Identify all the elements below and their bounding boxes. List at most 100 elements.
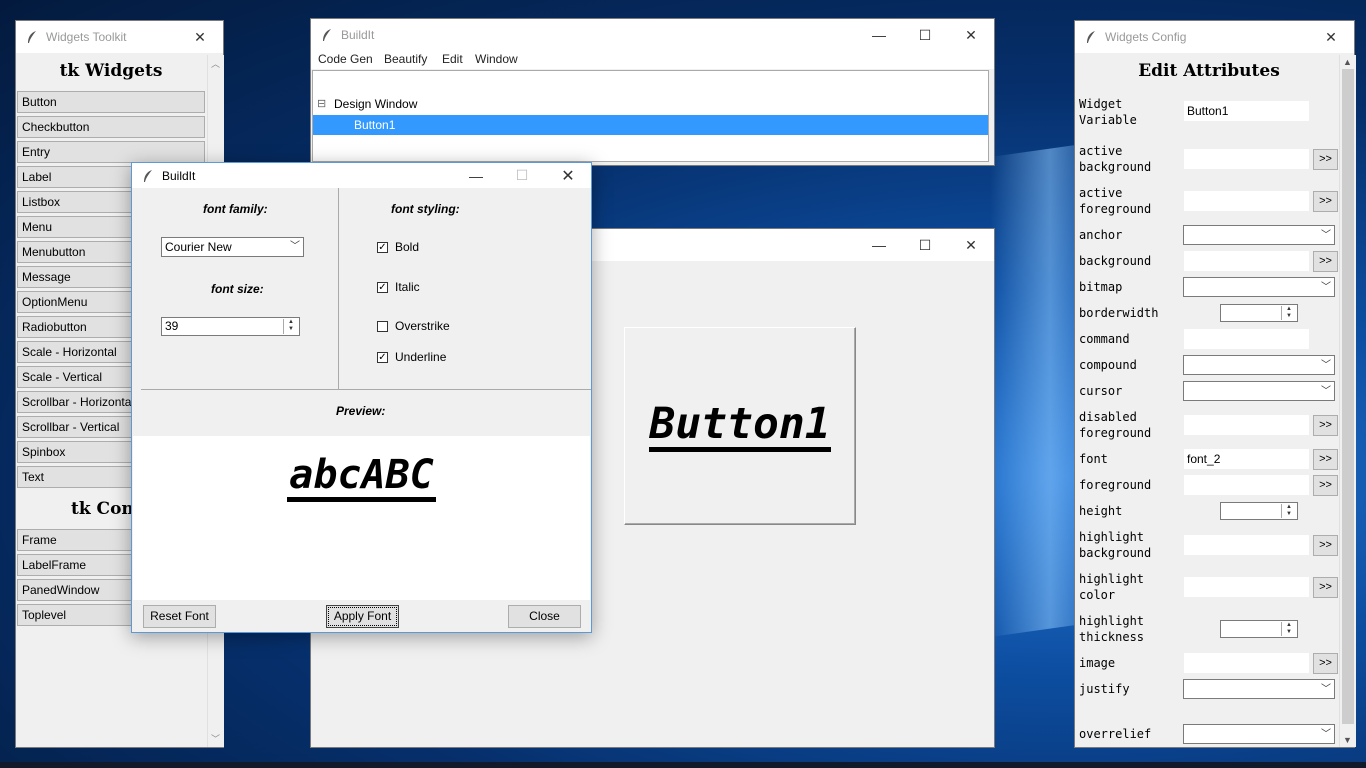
foreground-more-button[interactable]: >> [1313,475,1338,496]
highlight-background-more-button[interactable]: >> [1313,535,1338,556]
apply-font-button[interactable]: Apply Font [326,605,399,628]
edit-attributes-heading: Edit Attributes [1138,61,1280,81]
font-family-value: Courier New [165,240,232,254]
image-label: image [1079,656,1116,670]
spin-arrows-icon[interactable]: ▲ ▼ [1281,504,1296,518]
spin-arrows-icon[interactable]: ▲ ▼ [1281,306,1296,320]
toolkit-btn-button[interactable]: Button [17,91,205,113]
overrelief-combo[interactable]: ﹀ [1183,724,1335,744]
config-scrollbar[interactable]: ▲ ▼ [1339,55,1356,747]
borderwidth-spinbox[interactable]: ▲ ▼ [1220,304,1298,322]
chevron-down-icon[interactable]: ﹀ [1321,382,1331,397]
collapse-icon[interactable]: ⊟ [317,97,326,110]
toolkit-titlebar[interactable]: Widgets Toolkit ✕ [16,21,223,53]
close-button[interactable]: Close [508,605,581,628]
toolkit-btn-checkbutton[interactable]: Checkbutton [17,116,205,138]
taskbar-edge [0,762,1366,768]
design-button1[interactable]: Button1 [624,327,856,525]
active-background-field[interactable] [1184,149,1309,169]
font-family-combo[interactable]: Courier New ﹀ [161,237,304,257]
chevron-down-icon[interactable]: ﹀ [1321,725,1331,740]
menu-window[interactable]: Window [475,52,518,66]
disabled-foreground-field[interactable] [1184,415,1309,435]
chevron-down-icon[interactable]: ﹀ [1321,680,1331,695]
underline-checkbox[interactable]: ✓ [377,352,388,363]
maximize-icon[interactable]: ☐ [499,163,545,188]
widgets-heading: tk Widgets [59,61,163,81]
close-icon[interactable]: ✕ [177,21,223,53]
tree-view[interactable]: ⊟ Design Window Button1 [312,70,989,162]
scroll-up-icon[interactable]: ▲ [1343,57,1352,67]
close-icon[interactable]: ✕ [948,229,994,261]
tree-root[interactable]: Design Window [334,97,417,111]
bold-label: Bold [395,240,420,254]
chevron-down-icon[interactable]: ﹀ [290,238,300,256]
reset-font-button[interactable]: Reset Font [143,605,216,628]
foreground-field[interactable] [1184,475,1309,495]
background-more-button[interactable]: >> [1313,251,1338,272]
dialog-title: BuildIt [162,168,196,183]
anchor-combo[interactable]: ﹀ [1183,225,1335,245]
feather-icon [1087,31,1095,43]
active-foreground-label: active foreground [1079,186,1152,216]
compound-combo[interactable]: ﹀ [1183,355,1335,375]
chevron-down-icon[interactable]: ﹀ [1321,278,1331,293]
bold-checkbox[interactable]: ✓ [377,242,388,253]
highlight-color-more-button[interactable]: >> [1313,577,1338,598]
height-spinbox[interactable]: ▲ ▼ [1220,502,1298,520]
minimize-icon[interactable]: — [453,163,499,188]
highlight-color-field[interactable] [1184,577,1309,597]
close-icon[interactable]: ✕ [545,163,591,188]
background-field[interactable] [1184,251,1309,271]
active-foreground-more-button[interactable]: >> [1313,191,1338,212]
font-field[interactable]: font_2 [1184,449,1309,469]
active-foreground-field[interactable] [1184,191,1309,211]
image-field[interactable] [1184,653,1309,673]
italic-checkbox[interactable]: ✓ [377,282,388,293]
spin-arrows-icon[interactable]: ▲ ▼ [1281,622,1296,636]
highlight-color-label: highlight color [1079,572,1145,602]
menu-edit[interactable]: Edit [442,52,463,66]
bitmap-combo[interactable]: ﹀ [1183,277,1335,297]
overstrike-checkbox[interactable] [377,321,388,332]
command-field[interactable] [1184,329,1309,349]
foreground-label: foreground [1079,478,1152,492]
highlight-thickness-spinbox[interactable]: ▲ ▼ [1220,620,1298,638]
close-icon[interactable]: ✕ [1308,21,1354,53]
config-titlebar[interactable]: Widgets Config ✕ [1075,21,1354,53]
main-titlebar[interactable]: BuildIt — ☐ ✕ [311,19,994,51]
active-background-more-button[interactable]: >> [1313,149,1338,170]
menu-code-gen[interactable]: Code Gen [318,52,373,66]
spin-arrows-icon[interactable]: ▲ ▼ [283,319,298,334]
disabled-foreground-label: disabled foreground [1079,410,1152,440]
buildit-main-window: BuildIt — ☐ ✕ Code Gen Beautify Edit Win… [310,18,995,166]
widget-variable-field[interactable]: Button1 [1184,101,1309,121]
minimize-icon[interactable]: — [856,229,902,261]
disabled-foreground-more-button[interactable]: >> [1313,415,1338,436]
maximize-icon[interactable]: ☐ [902,229,948,261]
chevron-down-icon[interactable]: ﹀ [1321,356,1331,371]
scroll-down-icon[interactable]: ▼ [1343,735,1352,745]
scroll-up-icon[interactable]: ︿ [211,57,220,70]
toolkit-btn-entry[interactable]: Entry [17,141,205,163]
maximize-icon[interactable]: ☐ [902,19,948,51]
font-size-spinbox[interactable]: 39 ▲ ▼ [161,317,300,336]
background-label: background [1079,254,1152,268]
cursor-combo[interactable]: ﹀ [1183,381,1335,401]
font-styling-label: font styling: [391,202,460,216]
highlight-background-field[interactable] [1184,535,1309,555]
font-more-button[interactable]: >> [1313,449,1338,470]
dialog-horizontal-divider [141,389,591,390]
scroll-down-icon[interactable]: ﹀ [211,732,220,745]
scroll-thumb[interactable] [1342,69,1354,724]
chevron-down-icon[interactable]: ﹀ [1321,226,1331,241]
close-icon[interactable]: ✕ [948,19,994,51]
minimize-icon[interactable]: — [856,19,902,51]
image-more-button[interactable]: >> [1313,653,1338,674]
dialog-titlebar[interactable]: BuildIt — ☐ ✕ [132,163,591,188]
cursor-label: cursor [1079,384,1123,398]
tree-item-button1[interactable]: Button1 [313,115,988,135]
justify-combo[interactable]: ﹀ [1183,679,1335,699]
menu-beautify[interactable]: Beautify [384,52,427,66]
bitmap-label: bitmap [1079,280,1123,294]
